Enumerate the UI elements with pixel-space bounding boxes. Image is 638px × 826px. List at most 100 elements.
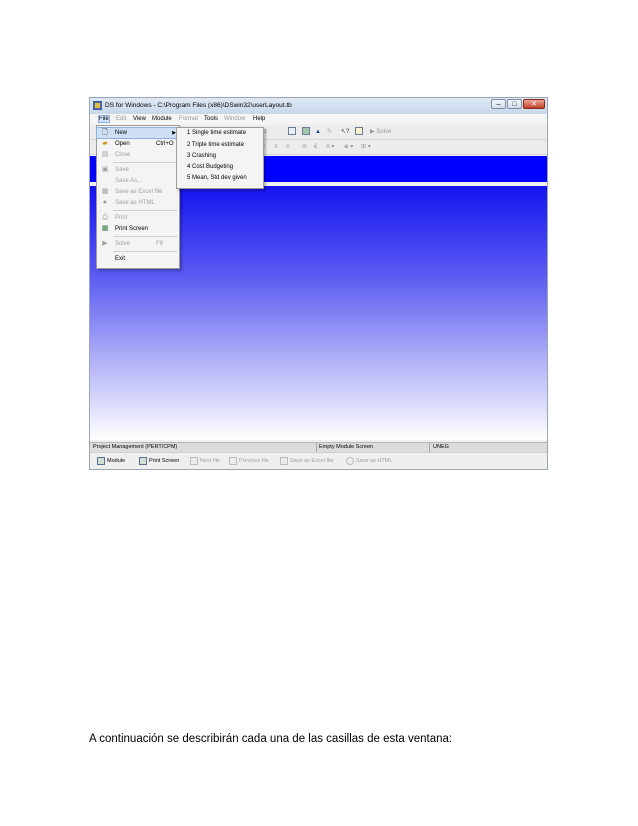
save-html-button-label: Save as HTML: [356, 458, 393, 464]
file-menu-save-html[interactable]: ● Save as HTML: [97, 198, 179, 208]
font-color-icon[interactable]: A ▾: [326, 142, 334, 152]
menu-separator: [113, 251, 177, 252]
excel-icon: ▦: [101, 188, 109, 195]
file-menu-print[interactable]: ⎙ Print: [97, 213, 179, 223]
solve-label: Solve: [376, 129, 392, 135]
print-screen-icon: [139, 456, 147, 465]
file-menu-print-label: Print: [115, 215, 128, 221]
html-icon: ●: [102, 199, 108, 206]
document-caption: A continuación se describirán cada una d…: [89, 733, 453, 745]
menu-format[interactable]: Format: [179, 116, 198, 122]
file-menu-open[interactable]: ▰ Open Ctrl+O: [97, 139, 179, 149]
print-icon: ⎙: [102, 214, 108, 221]
excel-icon: [280, 456, 288, 465]
file-menu-new-label: New: [115, 130, 128, 136]
module-icon: [97, 456, 105, 465]
file-menu-close[interactable]: ▤ Close: [97, 150, 179, 160]
file-menu-solve[interactable]: ▶ Solve F9: [97, 239, 179, 249]
menu-bar: File Edit View Module Format Tools Windo…: [90, 114, 547, 124]
help-book-icon[interactable]: [355, 127, 363, 137]
menu-window[interactable]: Window: [224, 116, 245, 122]
menu-separator: [113, 162, 177, 163]
solve-icon: ▶: [102, 240, 108, 247]
pencil-icon[interactable]: ✎: [327, 127, 332, 137]
file-menu-exit[interactable]: Exit: [97, 254, 179, 264]
bottom-toolbar: Module Print Screen Next file Previous f…: [90, 452, 547, 469]
status-divider: [429, 443, 430, 452]
status-user: UNEG: [433, 444, 449, 450]
open-folder-icon: ▰: [102, 140, 108, 147]
previous-file-button-label: Previous file: [239, 458, 269, 464]
file-menu-save-excel-label: Save as Excel file: [115, 189, 163, 195]
save-excel-button[interactable]: Save as Excel file: [280, 456, 333, 467]
print-screen-button-label: Print Screen: [149, 458, 180, 464]
module-button-label: Module: [107, 458, 126, 464]
file-menu-save-as[interactable]: Save As...: [97, 176, 179, 186]
file-menu-save-html-label: Save as HTML: [115, 200, 155, 206]
submenu-cost-budgeting[interactable]: 4 Cost Budgeting: [187, 164, 233, 170]
file-menu-dropdown: 🗋 New ▶ ▰ Open Ctrl+O ▤ Close ▣ Save Sav…: [96, 125, 180, 269]
status-bar: Project Management (PERT/CPM) Empty Modu…: [90, 442, 547, 452]
module-button[interactable]: Module: [97, 456, 125, 467]
window-controls: – □ ✕: [491, 99, 545, 109]
file-menu-close-label: Close: [115, 152, 131, 158]
help-pointer-icon[interactable]: ↖?: [341, 127, 349, 137]
menu-view[interactable]: View: [133, 116, 146, 122]
next-file-icon: [190, 456, 198, 465]
align-right-icon[interactable]: ≡: [286, 142, 290, 152]
help-question-mark: ?: [346, 129, 350, 135]
previous-file-icon: [229, 456, 237, 465]
window-icon[interactable]: [288, 127, 296, 137]
status-module: Project Management (PERT/CPM): [93, 444, 178, 450]
submenu-triple-time[interactable]: 2 Triple time estimate: [187, 142, 244, 148]
menu-help[interactable]: Help: [253, 116, 265, 122]
save-html-button[interactable]: Save as HTML: [346, 456, 392, 467]
solve-button[interactable]: ▶ Solve: [370, 127, 391, 137]
close-button[interactable]: ✕: [523, 99, 545, 109]
file-menu-open-shortcut: Ctrl+O: [156, 141, 174, 147]
save-icon: ▣: [101, 166, 109, 173]
close-file-icon: ▤: [101, 151, 109, 158]
fill-color-icon[interactable]: ◈ ▾: [344, 142, 353, 152]
zero-icon[interactable]: ⊘: [302, 142, 307, 152]
html-icon: [346, 456, 354, 465]
submenu-single-time[interactable]: 1 Single time estimate: [187, 130, 246, 136]
borders-icon[interactable]: ⊞ ▾: [361, 142, 371, 152]
align-center-icon[interactable]: ≡: [274, 142, 278, 152]
chart-icon[interactable]: ▲: [315, 127, 321, 137]
submenu-crashing[interactable]: 3 Crashing: [187, 153, 216, 159]
save-excel-button-label: Save as Excel file: [290, 458, 334, 464]
file-menu-solve-label: Solve: [115, 241, 131, 247]
currency-icon[interactable]: €: [314, 142, 317, 152]
file-menu-print-screen[interactable]: ▦ Print Screen: [97, 224, 179, 234]
window-title: DS for Windows - C:\Program Files (x86)\…: [105, 102, 292, 109]
file-menu-save-as-label: Save As...: [115, 178, 143, 184]
print-screen-icon: ▦: [101, 225, 109, 232]
app-logo-icon: [93, 101, 102, 110]
menu-separator: [113, 210, 177, 211]
table-icon[interactable]: [302, 127, 310, 137]
menu-edit[interactable]: Edit: [116, 116, 126, 122]
status-divider: [316, 443, 317, 452]
status-screen: Empty Module Screen: [319, 444, 374, 450]
file-menu-save-excel[interactable]: ▦ Save as Excel file: [97, 187, 179, 197]
file-menu-save-label: Save: [115, 167, 129, 173]
minimize-button[interactable]: –: [491, 99, 506, 109]
submenu-mean-std[interactable]: 5 Mean, Std dev given: [187, 175, 247, 181]
next-file-button[interactable]: Next file: [190, 456, 220, 467]
menu-tools[interactable]: Tools: [204, 116, 218, 122]
new-submenu: 1 Single time estimate 2 Triple time est…: [176, 127, 264, 189]
menu-separator: [113, 236, 177, 237]
maximize-button[interactable]: □: [507, 99, 522, 109]
new-document-icon: 🗋: [102, 129, 108, 136]
file-menu-new[interactable]: 🗋 New ▶: [96, 127, 180, 139]
next-file-button-label: Next file: [200, 458, 220, 464]
file-menu-solve-shortcut: F9: [156, 241, 164, 247]
previous-file-button[interactable]: Previous file: [229, 456, 269, 467]
file-menu-save[interactable]: ▣ Save: [97, 165, 179, 175]
dswin-screenshot: DS for Windows - C:\Program Files (x86)\…: [89, 97, 548, 470]
file-menu-open-label: Open: [115, 141, 130, 147]
menu-file[interactable]: File: [98, 115, 110, 123]
print-screen-button[interactable]: Print Screen: [139, 456, 179, 467]
menu-module[interactable]: Module: [152, 116, 172, 122]
